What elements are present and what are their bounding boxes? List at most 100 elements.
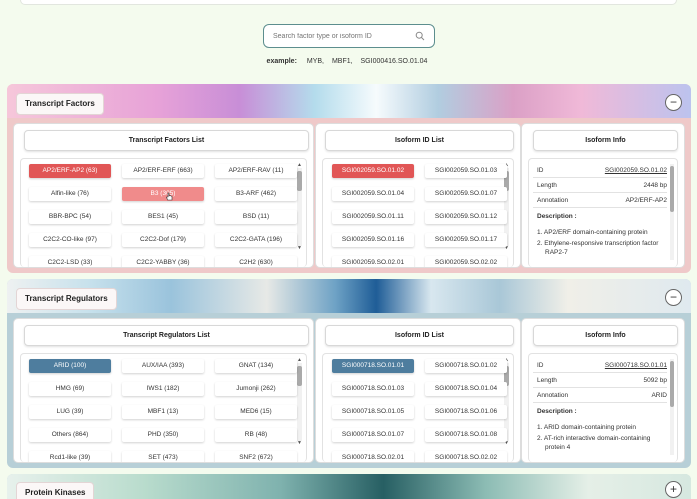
isoform-info: ID SGI002059.SO.01.02 Length 2448 bp Annot…: [528, 158, 678, 267]
isoform-chip[interactable]: SGI000718.SO.01.01: [332, 359, 414, 373]
isoform-info-panel: Isoform Info ID SGI002059.SO.01.02 Length…: [521, 123, 685, 268]
scrollbar[interactable]: ▲▼: [297, 358, 302, 446]
isoform-chip[interactable]: SGI000718.SO.01.08: [425, 428, 507, 442]
factor-chip[interactable]: BBR-BPC (54): [29, 210, 111, 224]
isoform-chip[interactable]: SGI002059.SO.01.02: [332, 164, 414, 178]
isoform-chip[interactable]: SGI002059.SO.01.03: [425, 164, 507, 178]
factor-chip[interactable]: LUG (39): [29, 405, 111, 419]
factor-chip[interactable]: HMG (69): [29, 382, 111, 396]
isoform-chip[interactable]: SGI000718.SO.02.01: [332, 451, 414, 462]
scroll-thumb[interactable]: [670, 166, 674, 212]
panel-title: Isoform Info: [533, 130, 678, 151]
factor-chip[interactable]: IWS1 (182): [122, 382, 204, 396]
transcript-regulators-section: Transcript Regulators − Transcript Regul…: [7, 279, 691, 468]
info-key: ID: [537, 167, 544, 174]
factor-chip[interactable]: MED6 (15): [215, 405, 297, 419]
description-item: 2. Ethylene-responsive transcription fac…: [537, 240, 659, 256]
isoform-chip[interactable]: SGI000718.SO.01.03: [332, 382, 414, 396]
section-title[interactable]: Transcript Regulators: [16, 288, 117, 310]
factor-chip[interactable]: GNAT (134): [215, 359, 297, 373]
isoform-chip[interactable]: SGI002059.SO.02.02: [425, 256, 507, 267]
isoform-chip[interactable]: SGI002059.SO.01.17: [425, 233, 507, 247]
info-row-length: Length 2448 bp: [533, 179, 667, 193]
factor-chip[interactable]: BES1 (45): [122, 210, 204, 224]
scroll-down-arrow-icon[interactable]: ▼: [297, 441, 302, 446]
scroll-up-arrow-icon[interactable]: ▲: [297, 163, 302, 168]
factor-chip[interactable]: Jumonji (262): [215, 382, 297, 396]
isoform-chip[interactable]: SGI002059.SO.02.01: [332, 256, 414, 267]
section-title[interactable]: Transcript Factors: [16, 93, 104, 115]
search-icon[interactable]: [415, 31, 425, 41]
description-label: Description :: [537, 408, 577, 415]
panel-title: Isoform ID List: [325, 130, 514, 151]
isoform-chip[interactable]: SGI002059.SO.01.07: [425, 187, 507, 201]
factor-chip[interactable]: SNF2 (672): [215, 451, 297, 462]
isoform-chip[interactable]: SGI002059.SO.01.04: [332, 187, 414, 201]
example-item[interactable]: MBF1,: [332, 58, 353, 65]
factor-chip[interactable]: PHD (350): [122, 428, 204, 442]
info-value: ARID: [651, 392, 667, 399]
factor-chip[interactable]: Others (864): [29, 428, 111, 442]
factor-chip[interactable]: AP2/ERF-RAV (11): [215, 164, 297, 178]
description-label: Description :: [537, 213, 577, 220]
factor-chip[interactable]: MBF1 (13): [122, 405, 204, 419]
factor-chip[interactable]: C2H2 (630): [215, 256, 297, 267]
search-box[interactable]: [263, 24, 435, 48]
isoform-chip[interactable]: SGI000718.SO.01.04: [425, 382, 507, 396]
factor-chip[interactable]: C2C2-Dof (179): [122, 233, 204, 247]
factor-chip[interactable]: C2C2-GATA (196): [215, 233, 297, 247]
isoform-chip[interactable]: SGI002059.SO.01.12: [425, 210, 507, 224]
factor-chip[interactable]: Rcd1-like (39): [29, 451, 111, 462]
isoform-chip[interactable]: SGI000718.SO.01.02: [425, 359, 507, 373]
info-value: 2448 bp: [643, 182, 668, 189]
factor-chip[interactable]: ARID (100): [29, 359, 111, 373]
factor-chip[interactable]: AP2/ERF-ERF (663): [122, 164, 204, 178]
scrollbar[interactable]: ▲▼: [297, 163, 302, 251]
collapse-toggle-button[interactable]: −: [665, 94, 682, 111]
factor-list-panel: Transcript Factors List ▲ ▼ AP2/ERF-AP2 (…: [13, 123, 314, 268]
isoform-id-link[interactable]: SGI002059.SO.01.02: [605, 164, 667, 178]
isoform-chip[interactable]: SGI002059.SO.01.16: [332, 233, 414, 247]
section-banner: [7, 474, 691, 499]
scrollbar[interactable]: [670, 164, 674, 260]
panel-title: Isoform Info: [533, 325, 678, 346]
factor-chip[interactable]: Alfin-like (76): [29, 187, 111, 201]
search-input[interactable]: [273, 32, 415, 40]
factor-chip[interactable]: BSD (11): [215, 210, 297, 224]
scroll-thumb[interactable]: [670, 361, 674, 407]
scroll-thumb[interactable]: [297, 171, 302, 191]
isoform-chip[interactable]: SGI000718.SO.02.02: [425, 451, 507, 462]
scroll-down-arrow-icon[interactable]: ▼: [297, 246, 302, 251]
info-row-annotation: Annotation ARID: [533, 389, 667, 403]
factor-chip[interactable]: B3 (305): [122, 187, 204, 201]
example-item[interactable]: MYB,: [307, 58, 324, 65]
section-title[interactable]: Protein Kinases: [16, 482, 95, 499]
protein-kinases-section: Protein Kinases +: [7, 474, 691, 499]
info-row-id: ID SGI000718.SO.01.01: [533, 359, 667, 373]
section-banner: [7, 84, 691, 118]
factor-chip[interactable]: AUX/IAA (393): [122, 359, 204, 373]
transcript-factors-section: Transcript Factors − Transcript Factors …: [7, 84, 691, 273]
collapse-toggle-button[interactable]: −: [665, 289, 682, 306]
info-value: 5092 bp: [643, 377, 668, 384]
example-item[interactable]: SGI000416.SO.01.04: [361, 58, 428, 65]
factor-chip[interactable]: RB (48): [215, 428, 297, 442]
expand-toggle-button[interactable]: +: [665, 481, 682, 498]
isoform-chip[interactable]: SGI000718.SO.01.05: [332, 405, 414, 419]
isoform-chip[interactable]: SGI000718.SO.01.06: [425, 405, 507, 419]
regulator-list-panel: Transcript Regulators List ▲ ▼ ARID (100)…: [13, 318, 314, 463]
factor-chip[interactable]: C2C2-CO-like (97): [29, 233, 111, 247]
isoform-chip[interactable]: SGI000718.SO.01.07: [332, 428, 414, 442]
factor-chip[interactable]: AP2/ERF-AP2 (63): [29, 164, 111, 178]
factor-chip[interactable]: B3-ARF (462): [215, 187, 297, 201]
isoform-id-link[interactable]: SGI000718.SO.01.01: [605, 359, 667, 373]
factor-chip[interactable]: C2C2-YABBY (36): [122, 256, 204, 267]
hand-pointer-cursor-icon: [166, 192, 173, 201]
scroll-thumb[interactable]: [297, 366, 302, 386]
factor-chip[interactable]: C2C2-LSD (33): [29, 256, 111, 267]
description-item: 1. ARID domain-containing protein: [537, 424, 637, 431]
isoform-chip[interactable]: SGI002059.SO.01.11: [332, 210, 414, 224]
factor-chip[interactable]: SET (473): [122, 451, 204, 462]
scrollbar[interactable]: [670, 359, 674, 455]
scroll-up-arrow-icon[interactable]: ▲: [297, 358, 302, 363]
